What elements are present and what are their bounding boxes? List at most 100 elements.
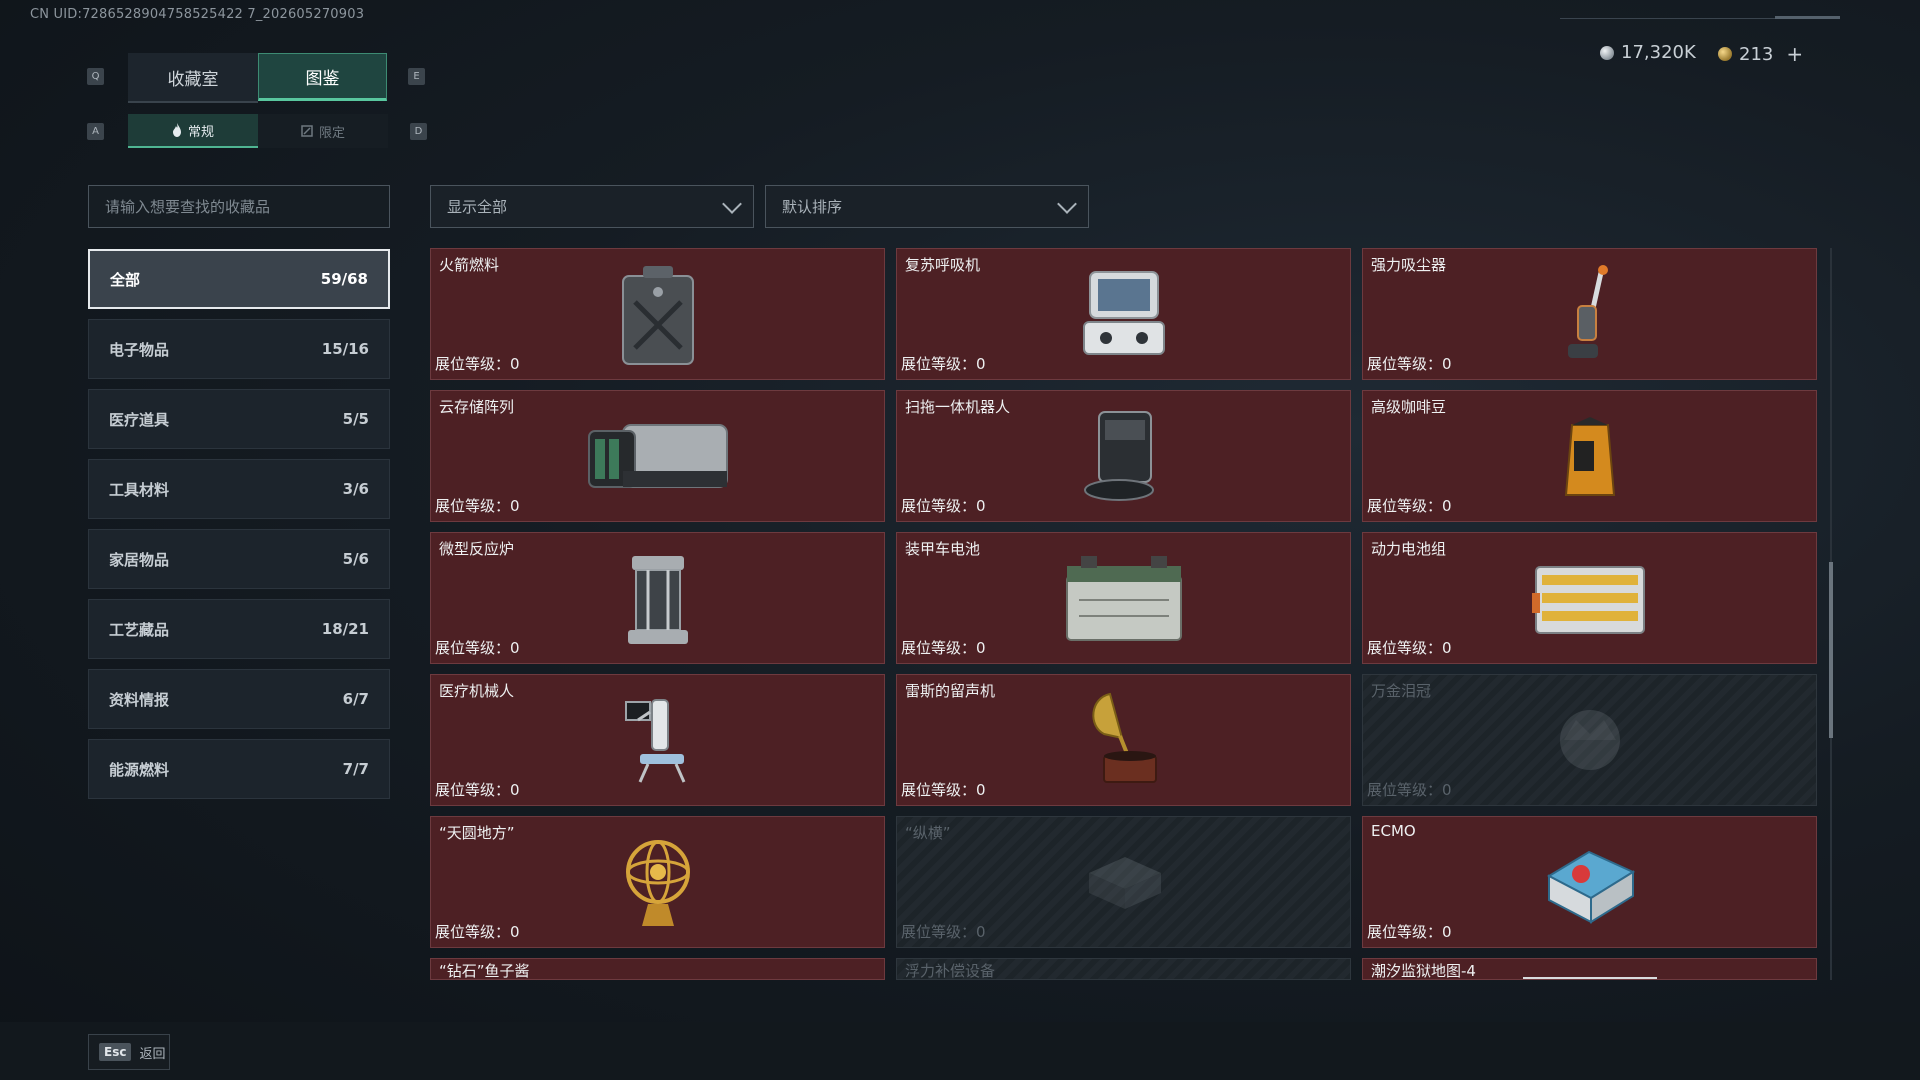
item-card[interactable]: 火箭燃料 展位等级：0 bbox=[430, 248, 885, 380]
item-name: “纵横” bbox=[905, 824, 951, 842]
key-hint-e: E bbox=[408, 68, 425, 85]
gold-amount: 213 bbox=[1739, 43, 1774, 65]
category-household[interactable]: 家居物品 5/6 bbox=[88, 529, 390, 589]
category-electronics[interactable]: 电子物品 15/16 bbox=[88, 319, 390, 379]
chevron-down-icon bbox=[1057, 193, 1077, 214]
category-count: 15/16 bbox=[321, 340, 369, 358]
item-level: 展位等级：0 bbox=[1367, 355, 1452, 373]
silver-amount: 17,320K bbox=[1621, 42, 1696, 63]
item-card[interactable]: 医疗机械人 展位等级：0 bbox=[430, 674, 885, 806]
category-label: 资料情报 bbox=[109, 690, 170, 709]
item-level: 展位等级：0 bbox=[435, 355, 520, 373]
category-energy[interactable]: 能源燃料 7/7 bbox=[88, 739, 390, 799]
item-card[interactable]: 装甲车电池 展位等级：0 bbox=[896, 532, 1351, 664]
category-count: 7/7 bbox=[342, 760, 369, 778]
category-label: 全部 bbox=[110, 270, 141, 289]
subtab-regular-label: 常规 bbox=[187, 124, 214, 140]
item-card[interactable]: 扫拖一体机器人 展位等级：0 bbox=[896, 390, 1351, 522]
category-label: 电子物品 bbox=[109, 340, 170, 359]
item-name: 雷斯的留声机 bbox=[905, 682, 996, 700]
box-icon bbox=[1069, 829, 1179, 935]
item-name: “天圆地方” bbox=[439, 824, 515, 842]
map-preview-strip bbox=[1523, 977, 1657, 979]
category-label: 工具材料 bbox=[109, 480, 170, 499]
key-hint-q: Q bbox=[87, 68, 104, 85]
subtab-regular[interactable]: 常规 bbox=[128, 114, 258, 148]
back-button[interactable]: Esc 返回 bbox=[88, 1034, 170, 1070]
category-crafts[interactable]: 工艺藏品 18/21 bbox=[88, 599, 390, 659]
item-level: 展位等级：0 bbox=[901, 781, 986, 799]
item-card[interactable]: 复苏呼吸机 展位等级：0 bbox=[896, 248, 1351, 380]
category-count: 3/6 bbox=[342, 480, 369, 498]
item-card[interactable]: 潮汐监狱地图-4 bbox=[1362, 958, 1817, 980]
item-level: 展位等级：0 bbox=[901, 355, 986, 373]
add-currency-button[interactable]: + bbox=[1786, 42, 1803, 66]
fuel-can-icon bbox=[603, 261, 713, 367]
limited-icon bbox=[301, 125, 313, 137]
item-level: 展位等级：0 bbox=[1367, 497, 1452, 515]
item-name: 潮汐监狱地图-4 bbox=[1371, 962, 1476, 980]
item-card-locked[interactable]: 浮力补偿设备 bbox=[896, 958, 1351, 980]
category-count: 6/7 bbox=[342, 690, 369, 708]
category-count: 59/68 bbox=[320, 270, 368, 288]
crown-icon bbox=[1535, 687, 1645, 793]
item-level: 展位等级：0 bbox=[1367, 781, 1452, 799]
item-card[interactable]: 高级咖啡豆 展位等级：0 bbox=[1362, 390, 1817, 522]
item-level: 展位等级：0 bbox=[901, 639, 986, 657]
subtab-limited-label: 限定 bbox=[318, 125, 345, 141]
item-card[interactable]: 云存储阵列 展位等级：0 bbox=[430, 390, 885, 522]
ecmo-machine-icon bbox=[1530, 829, 1650, 935]
flame-icon bbox=[172, 123, 181, 137]
silver-currency: 17,320K bbox=[1600, 42, 1696, 63]
item-level: 展位等级：0 bbox=[901, 923, 986, 941]
gold-currency[interactable]: 213 + bbox=[1718, 42, 1803, 66]
item-name: 浮力补偿设备 bbox=[905, 962, 996, 980]
category-label: 工艺藏品 bbox=[109, 620, 170, 639]
item-card[interactable]: “钻石”鱼子酱 bbox=[430, 958, 885, 980]
esc-key-hint: Esc bbox=[99, 1043, 132, 1061]
tab-collection-room[interactable]: 收藏室 bbox=[128, 53, 258, 103]
item-card-locked[interactable]: 万金泪冠 展位等级：0 bbox=[1362, 674, 1817, 806]
key-hint-a: A bbox=[87, 123, 104, 140]
vacuum-cleaner-icon bbox=[1535, 261, 1645, 367]
item-name: 高级咖啡豆 bbox=[1371, 398, 1447, 416]
item-level: 展位等级：0 bbox=[435, 497, 520, 515]
chevron-down-icon bbox=[722, 193, 742, 214]
category-all[interactable]: 全部 59/68 bbox=[88, 249, 390, 309]
filter-dropdown[interactable]: 显示全部 bbox=[430, 185, 754, 228]
sort-dropdown[interactable]: 默认排序 bbox=[765, 185, 1089, 228]
item-level: 展位等级：0 bbox=[435, 923, 520, 941]
item-name: 装甲车电池 bbox=[905, 540, 981, 558]
item-name: ECMO bbox=[1371, 822, 1416, 840]
uid-label: CN UID:7286528904758525422 7_20260527090… bbox=[30, 7, 365, 22]
item-level: 展位等级：0 bbox=[1367, 923, 1452, 941]
item-card[interactable]: 微型反应炉 展位等级：0 bbox=[430, 532, 885, 664]
item-name: 动力电池组 bbox=[1371, 540, 1447, 558]
search-input[interactable] bbox=[88, 185, 390, 228]
coffee-bag-icon bbox=[1535, 403, 1645, 509]
category-count: 5/6 bbox=[342, 550, 369, 568]
scrollbar-thumb[interactable] bbox=[1829, 562, 1833, 738]
item-card[interactable]: 雷斯的留声机 展位等级：0 bbox=[896, 674, 1351, 806]
server-array-icon bbox=[578, 403, 738, 509]
subtab-limited[interactable]: 限定 bbox=[258, 114, 388, 148]
item-name: 扫拖一体机器人 bbox=[905, 398, 1011, 416]
item-name: 复苏呼吸机 bbox=[905, 256, 981, 274]
item-card[interactable]: ECMO 展位等级：0 bbox=[1362, 816, 1817, 948]
gramophone-icon bbox=[1069, 687, 1179, 793]
item-card-locked[interactable]: “纵横” 展位等级：0 bbox=[896, 816, 1351, 948]
item-card[interactable]: “天圆地方” 展位等级：0 bbox=[430, 816, 885, 948]
category-label: 医疗道具 bbox=[109, 410, 170, 429]
item-level: 展位等级：0 bbox=[435, 639, 520, 657]
tab-catalog[interactable]: 图鉴 bbox=[258, 53, 387, 101]
silver-coin-icon bbox=[1600, 45, 1614, 60]
bottom-bar bbox=[0, 1022, 1920, 1080]
category-intel[interactable]: 资料情报 6/7 bbox=[88, 669, 390, 729]
item-card[interactable]: 强力吸尘器 展位等级：0 bbox=[1362, 248, 1817, 380]
mini-reactor-icon bbox=[603, 545, 713, 651]
category-tools[interactable]: 工具材料 3/6 bbox=[88, 459, 390, 519]
armillary-sphere-icon bbox=[603, 829, 713, 935]
key-hint-d: D bbox=[410, 123, 427, 140]
category-medical[interactable]: 医疗道具 5/5 bbox=[88, 389, 390, 449]
item-card[interactable]: 动力电池组 展位等级：0 bbox=[1362, 532, 1817, 664]
